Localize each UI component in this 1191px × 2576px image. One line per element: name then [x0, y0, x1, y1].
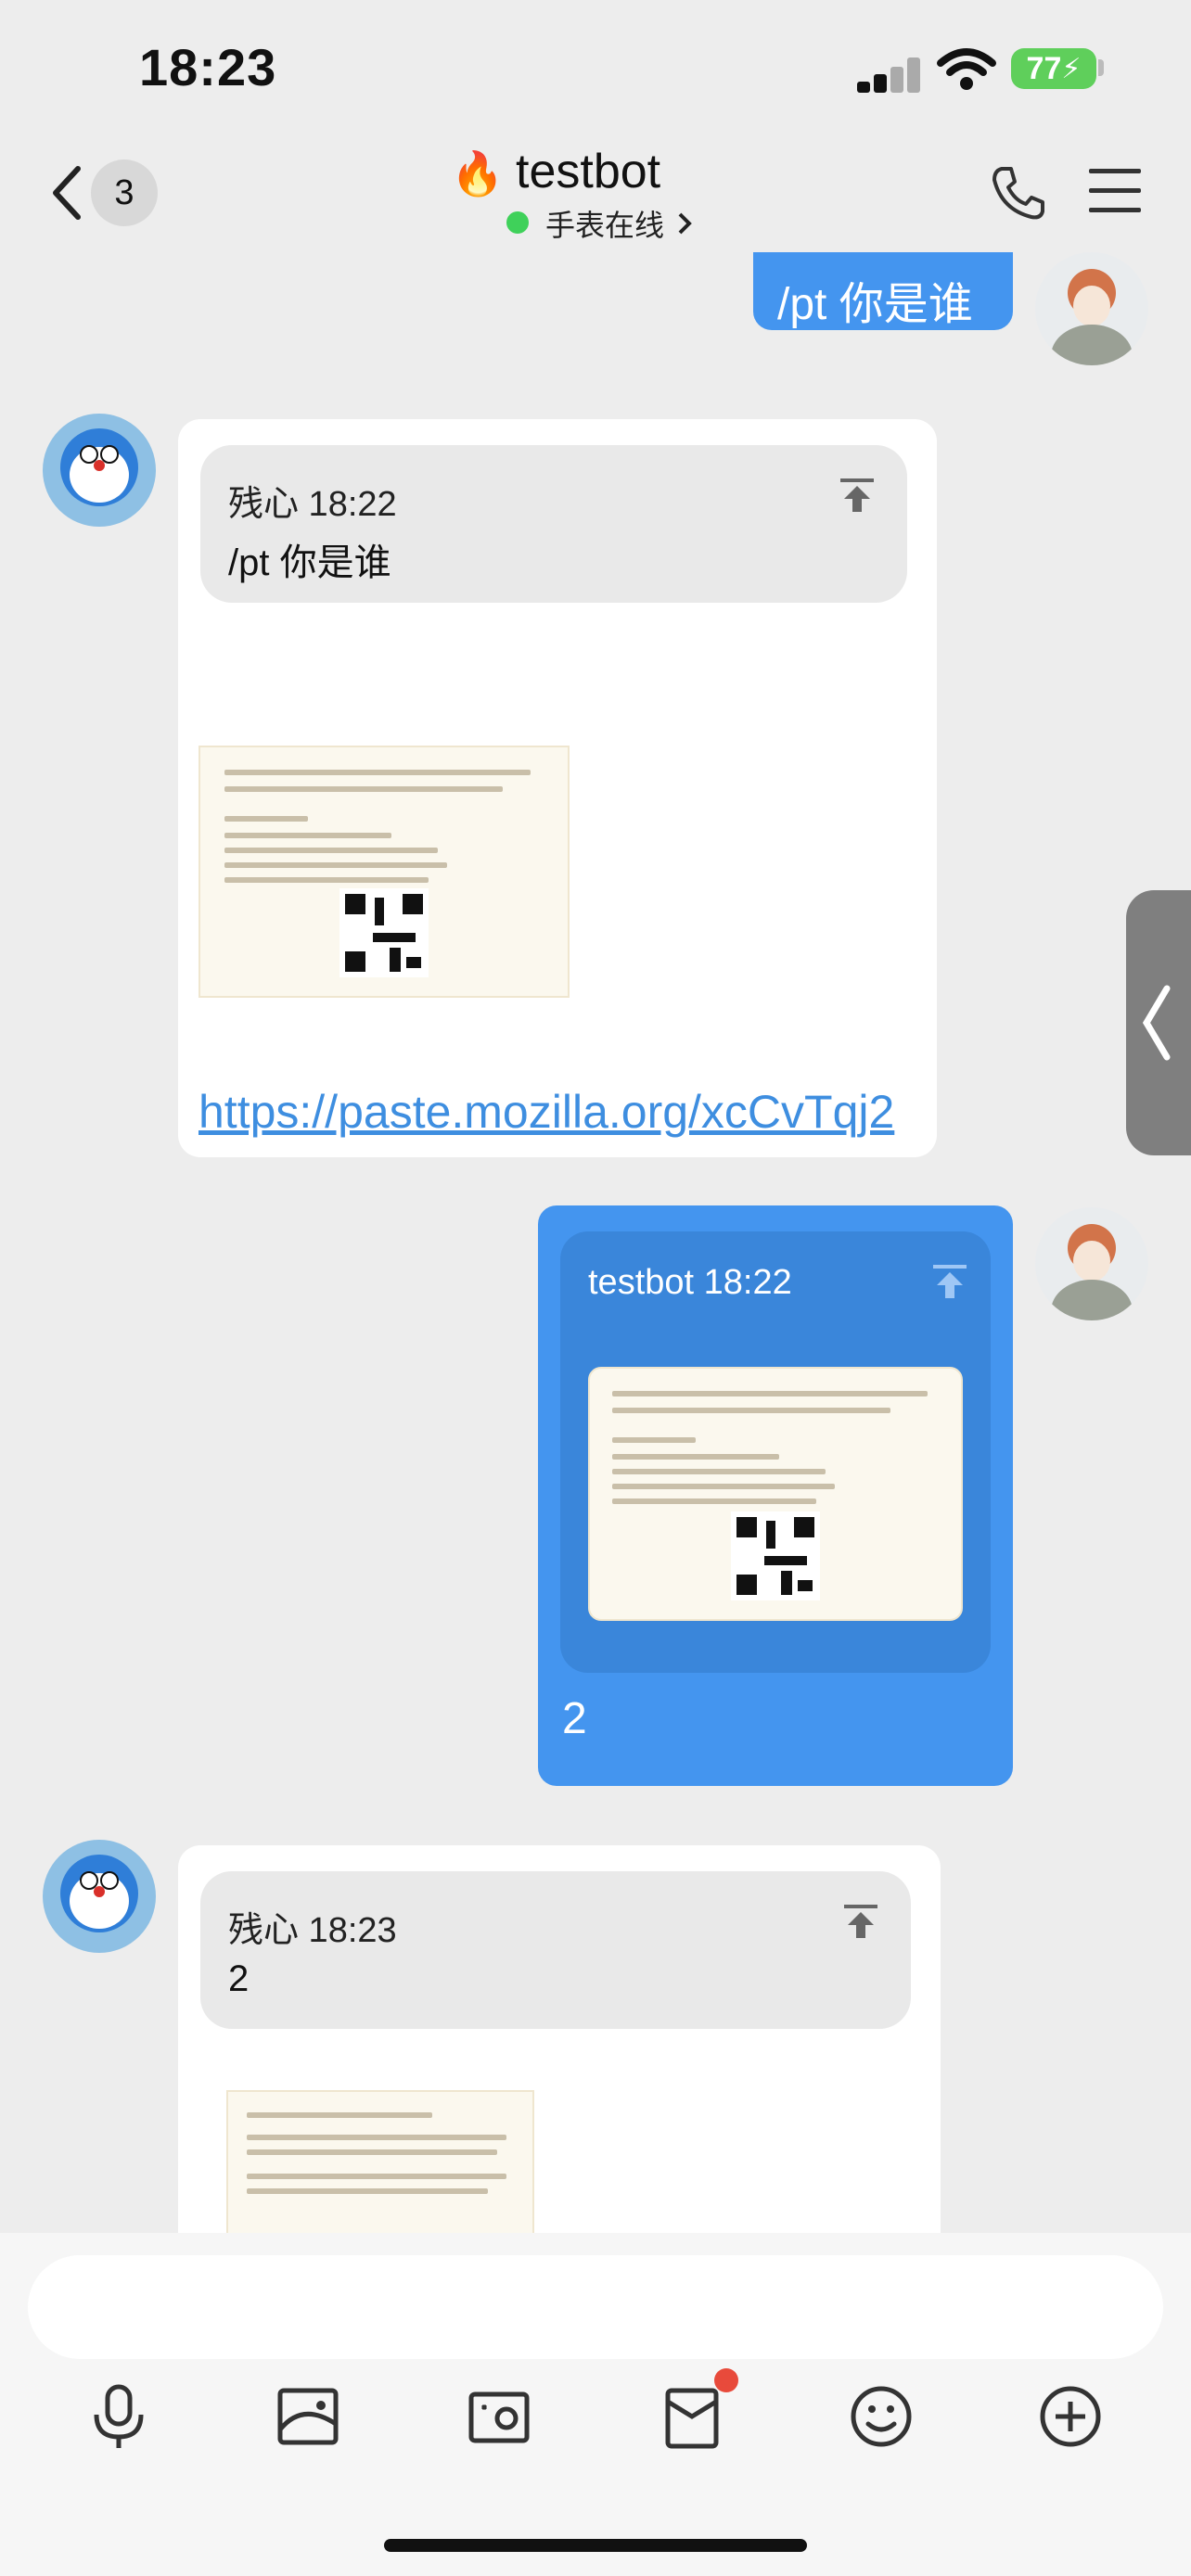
side-panel-tab[interactable]	[1126, 890, 1191, 1155]
chat-messages[interactable]: /pt 你是谁 残心 18:22 /pt 你是谁 https://paste.m…	[0, 252, 1191, 2233]
phone-icon[interactable]	[989, 163, 1048, 223]
incoming-message[interactable]: 残心 18:23 2	[178, 1845, 941, 2233]
quoted-message[interactable]: testbot 18:22	[560, 1231, 991, 1673]
red-packet-icon[interactable]	[659, 2383, 725, 2450]
quote-sender: 残心 18:23	[228, 1911, 397, 1950]
avatar-self[interactable]	[1035, 252, 1148, 365]
plus-icon[interactable]	[1037, 2383, 1104, 2450]
pin-icon[interactable]	[931, 1263, 968, 1300]
battery-cap	[1098, 59, 1104, 76]
menu-icon[interactable]	[1087, 167, 1143, 215]
wifi-icon	[937, 48, 996, 90]
avatar-self[interactable]	[1035, 1207, 1148, 1320]
online-status-dot	[506, 211, 529, 234]
pin-icon[interactable]	[842, 1903, 879, 1940]
avatar-contact[interactable]	[43, 1840, 156, 1953]
outgoing-message[interactable]: /pt 你是谁	[753, 252, 1013, 330]
fire-emoji: 🔥	[451, 149, 505, 198]
image-card[interactable]	[588, 1367, 963, 1621]
home-indicator	[384, 2539, 807, 2552]
message-text: 2	[562, 1694, 587, 1743]
message-input[interactable]	[28, 2255, 1163, 2359]
qr-code	[339, 888, 429, 977]
quote-sender: 残心 18:22	[228, 485, 397, 524]
quote-text: /pt 你是谁	[228, 542, 391, 583]
message-text: /pt 你是谁	[777, 280, 973, 329]
collapse-icon	[1142, 985, 1171, 1061]
pin-icon[interactable]	[839, 477, 876, 514]
cellular-signal-icon	[857, 57, 922, 93]
quote-text: 2	[228, 1958, 250, 1999]
notification-dot	[714, 2368, 738, 2392]
message-link[interactable]: https://paste.mozilla.org/xcCvTqj2	[198, 1085, 894, 1139]
quoted-message[interactable]: 残心 18:22 /pt 你是谁	[200, 445, 907, 603]
quote-sender: testbot 18:22	[588, 1263, 792, 1302]
chat-title[interactable]: testbot	[516, 144, 660, 199]
image-card[interactable]	[226, 2090, 534, 2233]
battery-level: 77	[1026, 50, 1062, 86]
image-icon[interactable]	[275, 2383, 341, 2450]
unread-count-badge[interactable]: 3	[91, 159, 158, 226]
microphone-icon[interactable]	[85, 2383, 152, 2450]
battery-icon: 77 ⚡	[1011, 48, 1096, 89]
camera-icon[interactable]	[466, 2383, 532, 2450]
chevron-right-icon	[678, 212, 692, 235]
incoming-message[interactable]: 残心 18:22 /pt 你是谁 https://paste.mozilla.o…	[178, 419, 937, 1157]
back-icon[interactable]	[48, 163, 85, 223]
outgoing-message[interactable]: testbot 18:22 2	[538, 1205, 1013, 1786]
online-status[interactable]: 手表在线	[545, 202, 694, 245]
qr-code	[731, 1511, 820, 1600]
status-time: 18:23	[139, 38, 277, 96]
image-card[interactable]	[198, 746, 570, 998]
avatar-contact[interactable]	[43, 414, 156, 527]
quoted-message[interactable]: 残心 18:23 2	[200, 1871, 911, 2029]
online-status-text: 手表在线	[545, 209, 665, 242]
emoji-icon[interactable]	[848, 2383, 915, 2450]
